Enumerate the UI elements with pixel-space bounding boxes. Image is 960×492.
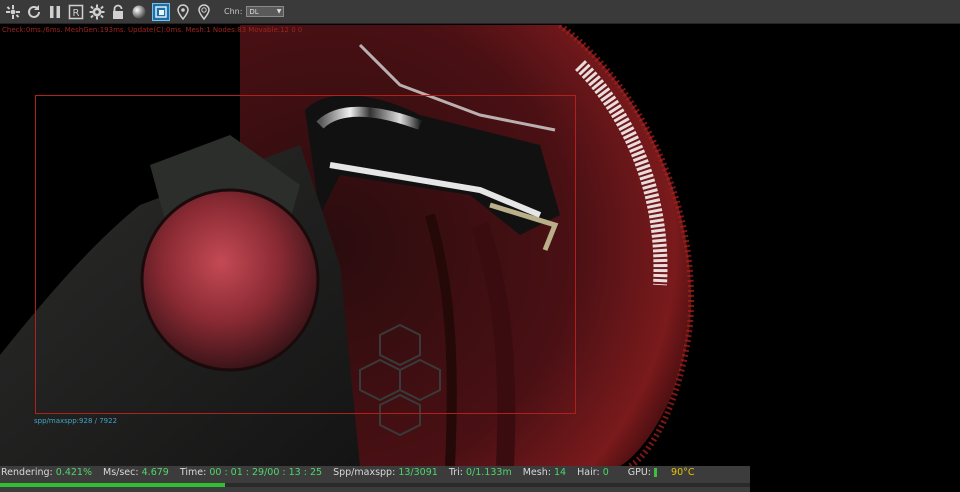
- channel-select[interactable]: DL ▼: [246, 6, 285, 17]
- time-label: Time:: [179, 467, 207, 478]
- render-stats-overlay: Check:0ms./6ms. MeshGen:193ms. Update(C)…: [2, 26, 303, 34]
- settings-icon[interactable]: [89, 4, 105, 20]
- pick-material-icon[interactable]: [196, 3, 212, 20]
- gpu-temp: 90°C: [671, 467, 695, 478]
- gpu-usage-bar: [654, 468, 658, 477]
- spp-value: 13/3091: [398, 467, 438, 478]
- gpu-label: GPU:: [627, 467, 652, 478]
- tri-label: Tri:: [448, 467, 463, 478]
- rendering-label: Rendering:: [1, 467, 53, 478]
- tri-value: 0/1.133m: [466, 467, 512, 478]
- mesh-value: 14: [553, 467, 567, 478]
- svg-text:R: R: [73, 8, 80, 19]
- hair-value: 0: [602, 467, 609, 478]
- region-render-icon[interactable]: [152, 2, 170, 21]
- ms-label: Ms/sec:: [103, 467, 139, 478]
- material-preview-icon[interactable]: [131, 4, 147, 20]
- channel-label: Chn:: [224, 7, 243, 16]
- status-bar: Rendering: 0.421% Ms/sec: 4.679 Time: 00…: [0, 466, 750, 492]
- render-toolbar: R Chn: DL ▼: [0, 0, 960, 24]
- spp-overlay: spp/maxspp:928 / 7922: [34, 417, 118, 425]
- rectangle-icon[interactable]: R: [68, 4, 84, 20]
- render-progress-fill: [0, 483, 225, 487]
- render-progress-bar: [0, 483, 750, 487]
- ms-value: 4.679: [141, 467, 169, 478]
- chevron-down-icon: ▼: [276, 8, 282, 15]
- render-viewport[interactable]: Check:0ms./6ms. MeshGen:193ms. Update(C)…: [0, 25, 960, 466]
- render-region-box[interactable]: [35, 95, 576, 414]
- pause-icon[interactable]: [47, 4, 63, 20]
- status-text: Rendering: 0.421% Ms/sec: 4.679 Time: 00…: [1, 467, 695, 478]
- time-value: 00 : 01 : 29/00 : 13 : 25: [209, 467, 323, 478]
- mesh-label: Mesh:: [522, 467, 551, 478]
- channel-select-value: DL: [249, 7, 259, 16]
- hair-label: Hair:: [577, 467, 600, 478]
- clear-icon[interactable]: [5, 4, 21, 20]
- pick-focus-icon[interactable]: [175, 3, 191, 20]
- empty-area: [750, 466, 960, 492]
- spp-label: Spp/maxspp:: [333, 467, 396, 478]
- restart-icon[interactable]: [26, 4, 42, 20]
- lock-icon[interactable]: [110, 4, 126, 20]
- rendering-value: 0.421%: [55, 467, 92, 478]
